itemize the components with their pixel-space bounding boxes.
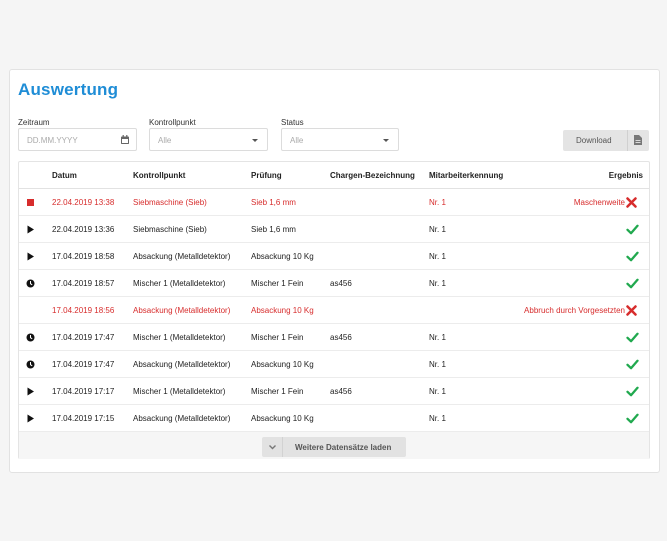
play-icon: [27, 252, 34, 261]
cell-pruefung: Absackung 10 Kg: [251, 414, 314, 423]
kontrollpunkt-select[interactable]: Alle: [149, 128, 268, 151]
cell-mitarbeiter: Nr. 1: [429, 198, 446, 207]
button-divider: [627, 130, 628, 151]
cell-kontrollpunkt: Siebmaschine (Sieb): [133, 198, 207, 207]
column-header-chargen[interactable]: Chargen-Bezeichnung: [330, 171, 415, 180]
cross-icon: [626, 305, 637, 316]
check-icon: [626, 359, 639, 370]
download-label: Download: [576, 136, 612, 145]
check-icon: [626, 278, 639, 289]
load-more-button[interactable]: Weitere Datensätze laden: [262, 437, 406, 457]
cell-kontrollpunkt: Absackung (Metalldetektor): [133, 360, 231, 369]
cell-mitarbeiter: Nr. 1: [429, 387, 446, 396]
cell-datum: 17.04.2019 17:47: [52, 333, 115, 342]
cell-kontrollpunkt: Absackung (Metalldetektor): [133, 252, 231, 261]
stop-icon: [27, 199, 34, 206]
table-row[interactable]: 17.04.2019 18:57 Mischer 1 (Metalldetekto…: [19, 270, 649, 297]
cell-pruefung: Mischer 1 Fein: [251, 279, 304, 288]
cell-datum: 17.04.2019 18:56: [52, 306, 115, 315]
cell-chargen: as456: [330, 387, 352, 396]
cell-mitarbeiter: Nr. 1: [429, 360, 446, 369]
column-header-kontrollpunkt[interactable]: Kontrollpunkt: [133, 171, 185, 180]
play-icon: [27, 414, 34, 423]
cross-icon: [626, 197, 637, 208]
cell-datum: 17.04.2019 17:17: [52, 387, 115, 396]
cell-mitarbeiter: Nr. 1: [429, 333, 446, 342]
table-row[interactable]: 17.04.2019 17:47 Mischer 1 (Metalldetekto…: [19, 324, 649, 351]
evaluation-card: Auswertung Zeitraum DD.MM.YYYY Kontrollp…: [9, 69, 660, 473]
cell-pruefung: Sieb 1,6 mm: [251, 225, 296, 234]
cell-pruefung: Mischer 1 Fein: [251, 387, 304, 396]
column-header-ergebnis[interactable]: Ergebnis: [609, 171, 643, 180]
file-icon: [634, 135, 642, 145]
cell-datum: 17.04.2019 18:58: [52, 252, 115, 261]
cell-mitarbeiter: Nr. 1: [429, 252, 446, 261]
table-row[interactable]: 17.04.2019 17:17 Mischer 1 (Metalldetekto…: [19, 378, 649, 405]
cell-chargen: as456: [330, 279, 352, 288]
check-icon: [626, 332, 639, 343]
cell-datum: 22.04.2019 13:36: [52, 225, 115, 234]
chevron-down-icon: [262, 437, 283, 457]
zeitraum-label: Zeitraum: [18, 118, 50, 127]
check-icon: [626, 386, 639, 397]
check-icon: [626, 224, 639, 235]
column-header-pruefung[interactable]: Prüfung: [251, 171, 282, 180]
table-row[interactable]: 17.04.2019 18:58 Absackung (Metalldetekto…: [19, 243, 649, 270]
cell-kontrollpunkt: Absackung (Metalldetektor): [133, 414, 231, 423]
status-label: Status: [281, 118, 304, 127]
status-selected-value: Alle: [290, 136, 304, 145]
play-icon: [27, 225, 34, 234]
cell-mitarbeiter: Nr. 1: [429, 279, 446, 288]
chevron-down-icon: [252, 139, 258, 142]
column-header-datum[interactable]: Datum: [52, 171, 77, 180]
kontrollpunkt-label: Kontrollpunkt: [149, 118, 196, 127]
table-row[interactable]: 22.04.2019 13:38 Siebmaschine (Sieb) Sieb …: [19, 189, 649, 216]
cell-kontrollpunkt: Mischer 1 (Metalldetektor): [133, 333, 226, 342]
clock-icon: [26, 333, 35, 342]
cell-pruefung: Sieb 1,6 mm: [251, 198, 296, 207]
clock-icon: [26, 279, 35, 288]
cell-ergebnis: Abbruch durch Vorgesetzten: [524, 306, 625, 315]
load-more-label: Weitere Datensätze laden: [295, 443, 392, 452]
column-header-mitarbeiter[interactable]: Mitarbeiterkennung: [429, 171, 503, 180]
cell-kontrollpunkt: Mischer 1 (Metalldetektor): [133, 279, 226, 288]
zeitraum-placeholder: DD.MM.YYYY: [27, 136, 78, 145]
cell-pruefung: Absackung 10 Kg: [251, 306, 314, 315]
table-row[interactable]: 17.04.2019 18:56 Absackung (Metalldetekto…: [19, 297, 649, 324]
zeitraum-date-input[interactable]: DD.MM.YYYY: [18, 128, 137, 151]
cell-datum: 22.04.2019 13:38: [52, 198, 115, 207]
cell-kontrollpunkt: Mischer 1 (Metalldetektor): [133, 387, 226, 396]
cell-datum: 17.04.2019 17:47: [52, 360, 115, 369]
cell-pruefung: Mischer 1 Fein: [251, 333, 304, 342]
cell-chargen: as456: [330, 333, 352, 342]
cell-mitarbeiter: Nr. 1: [429, 225, 446, 234]
cell-kontrollpunkt: Siebmaschine (Sieb): [133, 225, 207, 234]
check-icon: [626, 413, 639, 424]
clock-icon: [26, 360, 35, 369]
play-icon: [27, 387, 34, 396]
table-row[interactable]: 17.04.2019 17:15 Absackung (Metalldetekto…: [19, 405, 649, 432]
page-title: Auswertung: [18, 80, 119, 99]
cell-pruefung: Absackung 10 Kg: [251, 252, 314, 261]
results-table: Datum Kontrollpunkt Prüfung Chargen-Beze…: [18, 161, 650, 459]
cell-kontrollpunkt: Absackung (Metalldetektor): [133, 306, 231, 315]
table-header: Datum Kontrollpunkt Prüfung Chargen-Beze…: [19, 162, 649, 189]
kontrollpunkt-selected-value: Alle: [158, 136, 172, 145]
download-button[interactable]: Download: [563, 130, 649, 151]
chevron-down-icon: [383, 139, 389, 142]
table-row[interactable]: 22.04.2019 13:36 Siebmaschine (Sieb) Sieb …: [19, 216, 649, 243]
cell-datum: 17.04.2019 17:15: [52, 414, 115, 423]
cell-mitarbeiter: Nr. 1: [429, 414, 446, 423]
cell-pruefung: Absackung 10 Kg: [251, 360, 314, 369]
check-icon: [626, 251, 639, 262]
table-row[interactable]: 17.04.2019 17:47 Absackung (Metalldetekto…: [19, 351, 649, 378]
cell-datum: 17.04.2019 18:57: [52, 279, 115, 288]
cell-ergebnis: Maschenweite: [573, 198, 625, 207]
load-more-bar: Weitere Datensätze laden: [19, 432, 649, 459]
status-select[interactable]: Alle: [281, 128, 399, 151]
calendar-icon[interactable]: [121, 135, 129, 144]
